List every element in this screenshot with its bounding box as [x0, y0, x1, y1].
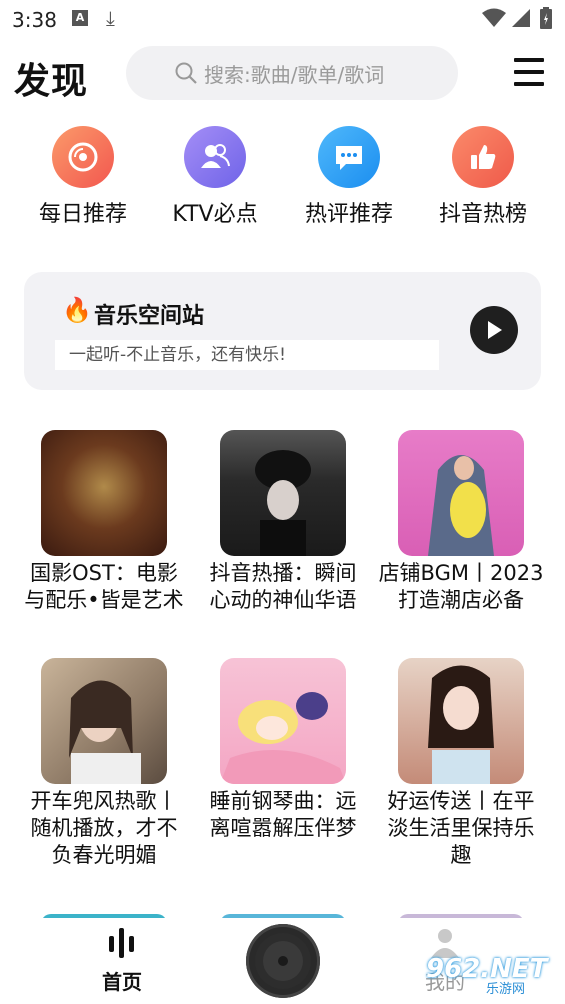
playlist-caption: 开车兜风热歌丨随机播放，才不负春光明媚 [30, 789, 178, 867]
playlist-cover [220, 430, 346, 556]
station-title: 音乐空间站 [94, 304, 205, 329]
quick-label: 每日推荐 [38, 202, 127, 227]
search-bar[interactable]: 搜索:歌曲/歌单/歌词 [126, 46, 458, 100]
notification-a-icon: A [72, 10, 88, 26]
vinyl-icon [255, 933, 311, 989]
playlist-caption: 国影OST：电影与配乐•皆是艺术 [24, 561, 184, 612]
playlist-caption: 店铺BGM丨2023打造潮店必备 [378, 561, 544, 612]
playlist-cover [398, 658, 524, 784]
playlist-card[interactable]: 国影OST：电影与配乐•皆是艺术 [19, 430, 189, 614]
playlist-card[interactable]: 开车兜风热歌丨随机播放，才不负春光明媚 [19, 658, 189, 869]
battery-icon [540, 7, 552, 29]
playlist-card[interactable]: 好运传送丨在平淡生活里保持乐趣 [376, 658, 546, 869]
menu-icon[interactable] [514, 58, 544, 86]
quick-label: 抖音热榜 [438, 202, 527, 227]
quick-daily-recommend[interactable]: 每日推荐 [18, 126, 148, 228]
quick-ktv[interactable]: KTV必点 [150, 126, 280, 228]
play-icon [488, 321, 502, 339]
tab-home-label: 首页 [102, 970, 142, 994]
playlist-cover [41, 658, 167, 784]
quick-hot-comments[interactable]: 热评推荐 [284, 126, 414, 228]
now-playing-disc[interactable] [246, 924, 320, 998]
watermark-sub: 乐游网 [486, 982, 526, 997]
bars-icon [109, 928, 134, 958]
quick-label: 热评推荐 [304, 202, 393, 227]
playlist-caption: 好运传送丨在平淡生活里保持乐趣 [387, 789, 535, 867]
play-button[interactable] [470, 306, 518, 354]
search-icon [175, 62, 197, 84]
quick-douyin-chart[interactable]: 抖音热榜 [418, 126, 548, 228]
playlist-card[interactable]: 店铺BGM丨2023打造潮店必备 [376, 430, 546, 614]
playlist-card[interactable]: 抖音热播：瞬间心动的神仙华语 [198, 430, 368, 614]
quick-label: KTV必点 [172, 202, 258, 227]
playlist-cover [220, 658, 346, 784]
playlist-cover [41, 430, 167, 556]
page-title: 发现 [14, 61, 89, 102]
signal-icon [512, 9, 530, 27]
music-station-card[interactable]: 🔥 音乐空间站 一起听-不止音乐，还有快乐! [24, 272, 541, 390]
playlist-caption: 抖音热播：瞬间心动的神仙华语 [209, 561, 357, 612]
playlist-caption: 睡前钢琴曲：远离喧嚣解压伴梦 [209, 789, 357, 840]
people-icon [184, 126, 246, 188]
search-placeholder: 搜索:歌曲/歌单/歌词 [204, 62, 385, 87]
flame-icon: 🔥 [62, 296, 92, 324]
playlist-cover [398, 430, 524, 556]
wifi-icon [482, 8, 506, 27]
tab-home[interactable]: 首页 [84, 926, 160, 995]
chat-icon [318, 126, 380, 188]
thumbs-up-icon [452, 126, 514, 188]
quick-actions: 每日推荐 KTV必点 热评推荐 抖音热榜 [0, 126, 565, 228]
station-subtitle: 一起听-不止音乐，还有快乐! [55, 340, 439, 370]
status-bar: 3:38 A ⤓ [0, 0, 565, 38]
playlist-card[interactable]: 睡前钢琴曲：远离喧嚣解压伴梦 [198, 658, 368, 842]
header: 发现 搜索:歌曲/歌单/歌词 [0, 42, 565, 106]
status-time: 3:38 [12, 8, 57, 32]
download-icon: ⤓ [106, 6, 115, 30]
disc-icon [52, 126, 114, 188]
